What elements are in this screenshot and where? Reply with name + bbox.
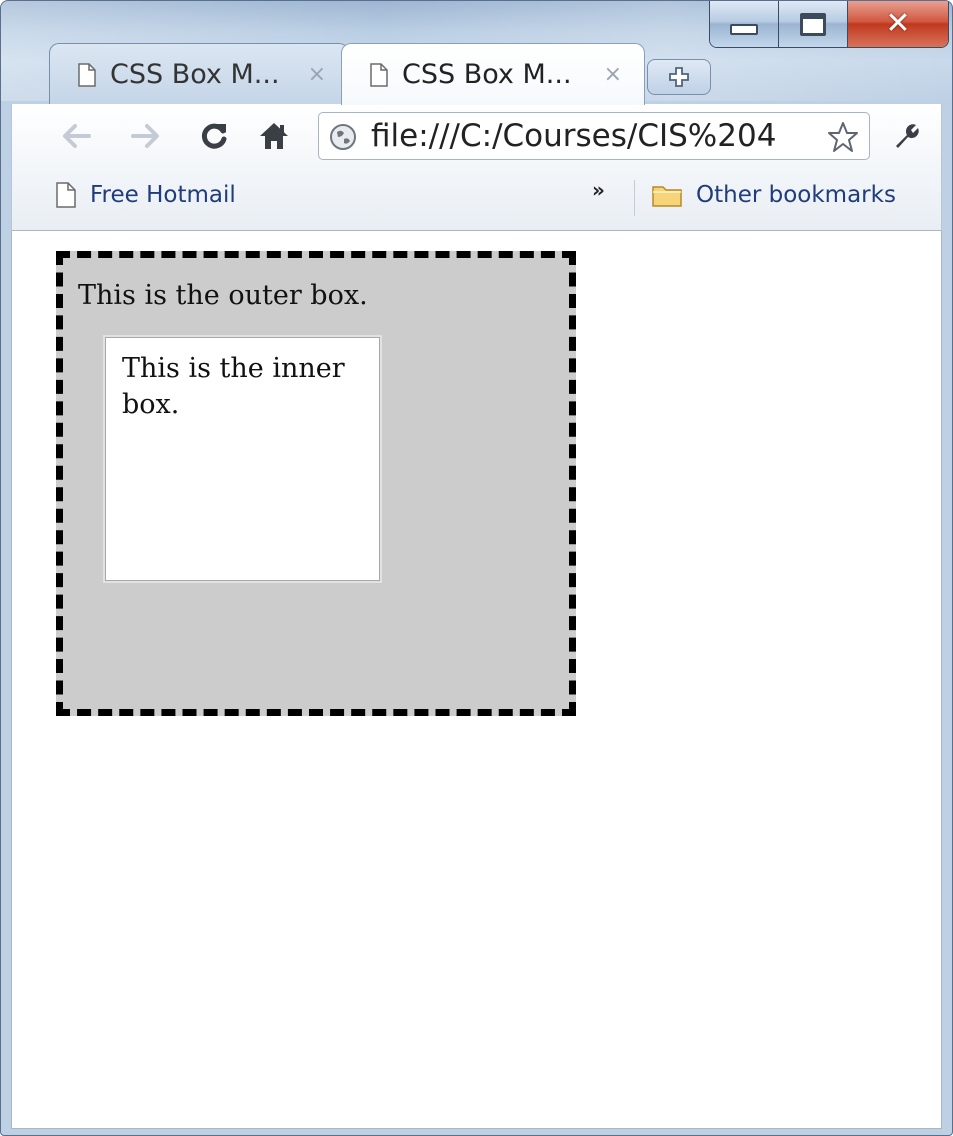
tab-title: CSS Box M... — [402, 59, 572, 90]
tab-close-icon[interactable]: × — [604, 62, 622, 87]
bookmark-free-hotmail[interactable]: Free Hotmail — [56, 182, 236, 208]
forward-button[interactable] — [124, 114, 168, 158]
page-icon — [56, 182, 76, 208]
bookmarks-divider — [634, 180, 635, 216]
page-viewport: This is the outer box. This is the inner… — [11, 231, 942, 1129]
window-controls: ✕ — [709, 1, 949, 48]
minimize-button[interactable] — [710, 1, 779, 47]
page-icon — [78, 62, 96, 87]
settings-button[interactable] — [884, 114, 928, 158]
maximize-button[interactable] — [779, 1, 848, 47]
folder-icon — [652, 186, 682, 207]
reload-button[interactable] — [192, 114, 236, 158]
maximize-icon — [800, 12, 826, 36]
tab-close-icon[interactable]: × — [308, 62, 326, 87]
browser-window: ✕ CSS Box M... × CSS Box M... × file:///… — [0, 0, 953, 1136]
bookmark-label: Free Hotmail — [90, 182, 236, 208]
reload-icon — [201, 123, 227, 149]
new-tab-plus-icon — [669, 67, 689, 87]
tab-inactive[interactable]: CSS Box M... × — [49, 43, 349, 105]
inner-box-text: This is the inner box. — [122, 353, 345, 421]
bookmarks-bar: Free Hotmail » Other bookmarks — [11, 168, 942, 231]
globe-icon — [330, 124, 356, 150]
new-tab-button[interactable] — [647, 59, 711, 95]
minimize-icon — [730, 23, 758, 35]
back-arrow-icon — [63, 124, 91, 148]
outer-box-text: This is the outer box. — [78, 280, 368, 311]
page-icon — [370, 62, 388, 87]
toolbar: file:///C:/Courses/CIS%204 — [11, 104, 942, 168]
home-icon — [260, 123, 288, 149]
url-text[interactable]: file:///C:/Courses/CIS%204 — [371, 118, 821, 154]
outer-box: This is the outer box. This is the inner… — [56, 251, 576, 716]
inner-box: This is the inner box. — [103, 335, 382, 583]
star-icon[interactable] — [827, 121, 859, 153]
other-bookmarks-label: Other bookmarks — [696, 182, 896, 208]
other-bookmarks-button[interactable]: Other bookmarks — [652, 182, 896, 208]
tab-title: CSS Box M... — [110, 59, 280, 90]
address-bar[interactable]: file:///C:/Courses/CIS%204 — [318, 112, 870, 160]
back-button[interactable] — [54, 114, 98, 158]
close-icon: ✕ — [885, 6, 911, 41]
wrench-icon — [896, 124, 919, 148]
close-window-button[interactable]: ✕ — [848, 1, 948, 47]
home-button[interactable] — [252, 114, 296, 158]
forward-arrow-icon — [131, 124, 159, 148]
bookmarks-overflow-icon[interactable]: » — [592, 178, 605, 202]
tab-active[interactable]: CSS Box M... × — [341, 43, 645, 105]
